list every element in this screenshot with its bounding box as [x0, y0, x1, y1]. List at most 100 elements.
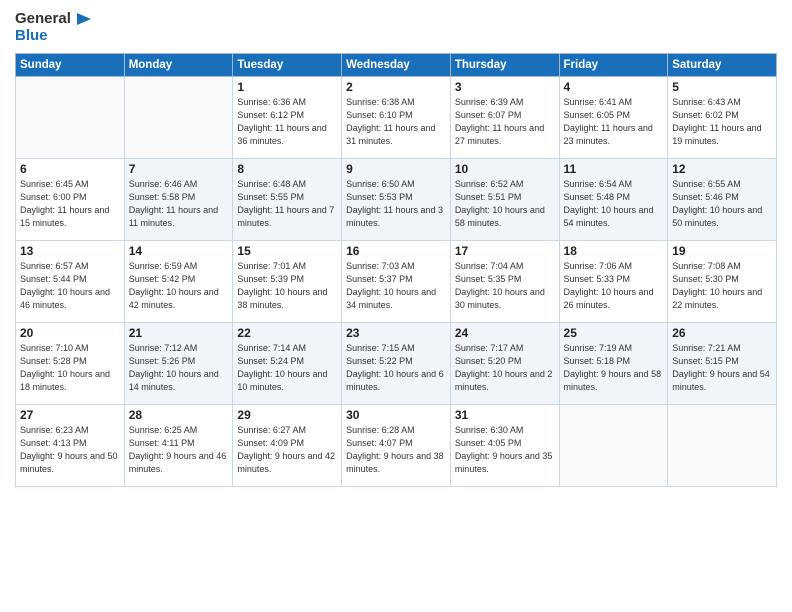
day-number: 17	[455, 244, 555, 258]
weekday-header-wednesday: Wednesday	[342, 53, 451, 76]
day-number: 2	[346, 80, 446, 94]
day-info: Sunrise: 6:41 AM Sunset: 6:05 PM Dayligh…	[564, 96, 664, 148]
weekday-header-tuesday: Tuesday	[233, 53, 342, 76]
calendar-empty-cell	[16, 76, 125, 158]
day-info: Sunrise: 7:17 AM Sunset: 5:20 PM Dayligh…	[455, 342, 555, 394]
calendar-week-row: 27 Sunrise: 6:23 AM Sunset: 4:13 PM Dayli…	[16, 404, 777, 486]
logo-blue-label: Blue	[15, 28, 48, 45]
calendar-day-cell: 28 Sunrise: 6:25 AM Sunset: 4:11 PM Dayli…	[124, 404, 233, 486]
calendar-day-cell: 25Sunrise: 7:19 AM Sunset: 5:18 PM Dayli…	[559, 322, 668, 404]
day-number: 18	[564, 244, 664, 258]
logo-arrow-icon	[73, 10, 91, 28]
day-number: 13	[20, 244, 120, 258]
calendar-day-cell: 10Sunrise: 6:52 AM Sunset: 5:51 PM Dayli…	[450, 158, 559, 240]
calendar-day-cell: 8Sunrise: 6:48 AM Sunset: 5:55 PM Daylig…	[233, 158, 342, 240]
calendar-day-cell: 24Sunrise: 7:17 AM Sunset: 5:20 PM Dayli…	[450, 322, 559, 404]
day-info: Sunrise: 6:50 AM Sunset: 5:53 PM Dayligh…	[346, 178, 446, 230]
day-number: 29	[237, 408, 337, 422]
day-info: Sunrise: 7:06 AM Sunset: 5:33 PM Dayligh…	[564, 260, 664, 312]
logo-general-label: General	[15, 11, 71, 28]
calendar-table: SundayMondayTuesdayWednesdayThursdayFrid…	[15, 53, 777, 487]
day-info: Sunrise: 7:04 AM Sunset: 5:35 PM Dayligh…	[455, 260, 555, 312]
calendar-day-cell: 14 Sunrise: 6:59 AM Sunset: 5:42 PM Dayli…	[124, 240, 233, 322]
day-info: Sunrise: 6:45 AM Sunset: 6:00 PM Dayligh…	[20, 178, 120, 230]
day-info: Sunrise: 6:25 AM Sunset: 4:11 PM Dayligh…	[129, 424, 229, 476]
calendar-week-row: 6 Sunrise: 6:45 AM Sunset: 6:00 PM Daylig…	[16, 158, 777, 240]
day-info: Sunrise: 7:14 AM Sunset: 5:24 PM Dayligh…	[237, 342, 337, 394]
day-info: Sunrise: 6:23 AM Sunset: 4:13 PM Dayligh…	[20, 424, 120, 476]
calendar-day-cell: 21Sunrise: 7:12 AM Sunset: 5:26 PM Dayli…	[124, 322, 233, 404]
day-info: Sunrise: 7:15 AM Sunset: 5:22 PM Dayligh…	[346, 342, 446, 394]
day-info: Sunrise: 6:54 AM Sunset: 5:48 PM Dayligh…	[564, 178, 664, 230]
calendar-day-cell: 9 Sunrise: 6:50 AM Sunset: 5:53 PM Daylig…	[342, 158, 451, 240]
day-number: 8	[237, 162, 337, 176]
day-number: 31	[455, 408, 555, 422]
day-number: 12	[672, 162, 772, 176]
day-number: 6	[20, 162, 120, 176]
calendar-day-cell: 31 Sunrise: 6:30 AM Sunset: 4:05 PM Dayli…	[450, 404, 559, 486]
calendar-day-cell: 11 Sunrise: 6:54 AM Sunset: 5:48 PM Dayli…	[559, 158, 668, 240]
day-number: 19	[672, 244, 772, 258]
calendar-day-cell: 17 Sunrise: 7:04 AM Sunset: 5:35 PM Dayli…	[450, 240, 559, 322]
calendar-day-cell: 15 Sunrise: 7:01 AM Sunset: 5:39 PM Dayli…	[233, 240, 342, 322]
day-info: Sunrise: 6:59 AM Sunset: 5:42 PM Dayligh…	[129, 260, 229, 312]
day-info: Sunrise: 6:57 AM Sunset: 5:44 PM Dayligh…	[20, 260, 120, 312]
day-number: 23	[346, 326, 446, 340]
calendar-day-cell: 30Sunrise: 6:28 AM Sunset: 4:07 PM Dayli…	[342, 404, 451, 486]
day-number: 22	[237, 326, 337, 340]
day-number: 27	[20, 408, 120, 422]
logo-container: General Blue	[15, 10, 91, 45]
day-number: 20	[20, 326, 120, 340]
day-info: Sunrise: 6:27 AM Sunset: 4:09 PM Dayligh…	[237, 424, 337, 476]
weekday-header-thursday: Thursday	[450, 53, 559, 76]
weekday-header-row: SundayMondayTuesdayWednesdayThursdayFrid…	[16, 53, 777, 76]
calendar-day-cell: 5Sunrise: 6:43 AM Sunset: 6:02 PM Daylig…	[668, 76, 777, 158]
day-number: 10	[455, 162, 555, 176]
calendar-empty-cell	[124, 76, 233, 158]
calendar-week-row: 1Sunrise: 6:36 AM Sunset: 6:12 PM Daylig…	[16, 76, 777, 158]
weekday-header-sunday: Sunday	[16, 53, 125, 76]
page: General Blue SundayMondayTuesdayWednesda…	[0, 0, 792, 612]
calendar-day-cell: 6 Sunrise: 6:45 AM Sunset: 6:00 PM Daylig…	[16, 158, 125, 240]
day-info: Sunrise: 7:10 AM Sunset: 5:28 PM Dayligh…	[20, 342, 120, 394]
calendar-day-cell: 16Sunrise: 7:03 AM Sunset: 5:37 PM Dayli…	[342, 240, 451, 322]
day-info: Sunrise: 7:08 AM Sunset: 5:30 PM Dayligh…	[672, 260, 772, 312]
day-info: Sunrise: 6:36 AM Sunset: 6:12 PM Dayligh…	[237, 96, 337, 148]
calendar-day-cell: 20 Sunrise: 7:10 AM Sunset: 5:28 PM Dayli…	[16, 322, 125, 404]
day-number: 21	[129, 326, 229, 340]
day-info: Sunrise: 6:28 AM Sunset: 4:07 PM Dayligh…	[346, 424, 446, 476]
calendar-day-cell: 2 Sunrise: 6:38 AM Sunset: 6:10 PM Daylig…	[342, 76, 451, 158]
day-info: Sunrise: 7:01 AM Sunset: 5:39 PM Dayligh…	[237, 260, 337, 312]
calendar-day-cell: 1Sunrise: 6:36 AM Sunset: 6:12 PM Daylig…	[233, 76, 342, 158]
calendar-day-cell: 29 Sunrise: 6:27 AM Sunset: 4:09 PM Dayli…	[233, 404, 342, 486]
day-number: 11	[564, 162, 664, 176]
day-info: Sunrise: 6:30 AM Sunset: 4:05 PM Dayligh…	[455, 424, 555, 476]
day-number: 26	[672, 326, 772, 340]
day-number: 7	[129, 162, 229, 176]
day-number: 25	[564, 326, 664, 340]
day-number: 3	[455, 80, 555, 94]
weekday-header-monday: Monday	[124, 53, 233, 76]
day-number: 15	[237, 244, 337, 258]
calendar-day-cell: 7 Sunrise: 6:46 AM Sunset: 5:58 PM Daylig…	[124, 158, 233, 240]
day-number: 28	[129, 408, 229, 422]
day-info: Sunrise: 7:03 AM Sunset: 5:37 PM Dayligh…	[346, 260, 446, 312]
calendar-day-cell: 12Sunrise: 6:55 AM Sunset: 5:46 PM Dayli…	[668, 158, 777, 240]
day-number: 14	[129, 244, 229, 258]
calendar-day-cell: 22 Sunrise: 7:14 AM Sunset: 5:24 PM Dayli…	[233, 322, 342, 404]
day-info: Sunrise: 6:46 AM Sunset: 5:58 PM Dayligh…	[129, 178, 229, 230]
day-info: Sunrise: 7:21 AM Sunset: 5:15 PM Dayligh…	[672, 342, 772, 394]
weekday-header-friday: Friday	[559, 53, 668, 76]
calendar-empty-cell	[668, 404, 777, 486]
calendar-week-row: 13 Sunrise: 6:57 AM Sunset: 5:44 PM Dayli…	[16, 240, 777, 322]
calendar-empty-cell	[559, 404, 668, 486]
calendar-day-cell: 13 Sunrise: 6:57 AM Sunset: 5:44 PM Dayli…	[16, 240, 125, 322]
day-number: 9	[346, 162, 446, 176]
day-info: Sunrise: 6:38 AM Sunset: 6:10 PM Dayligh…	[346, 96, 446, 148]
calendar-day-cell: 3Sunrise: 6:39 AM Sunset: 6:07 PM Daylig…	[450, 76, 559, 158]
day-number: 4	[564, 80, 664, 94]
weekday-header-saturday: Saturday	[668, 53, 777, 76]
calendar-day-cell: 27 Sunrise: 6:23 AM Sunset: 4:13 PM Dayli…	[16, 404, 125, 486]
calendar-week-row: 20 Sunrise: 7:10 AM Sunset: 5:28 PM Dayli…	[16, 322, 777, 404]
header: General Blue	[15, 10, 777, 45]
